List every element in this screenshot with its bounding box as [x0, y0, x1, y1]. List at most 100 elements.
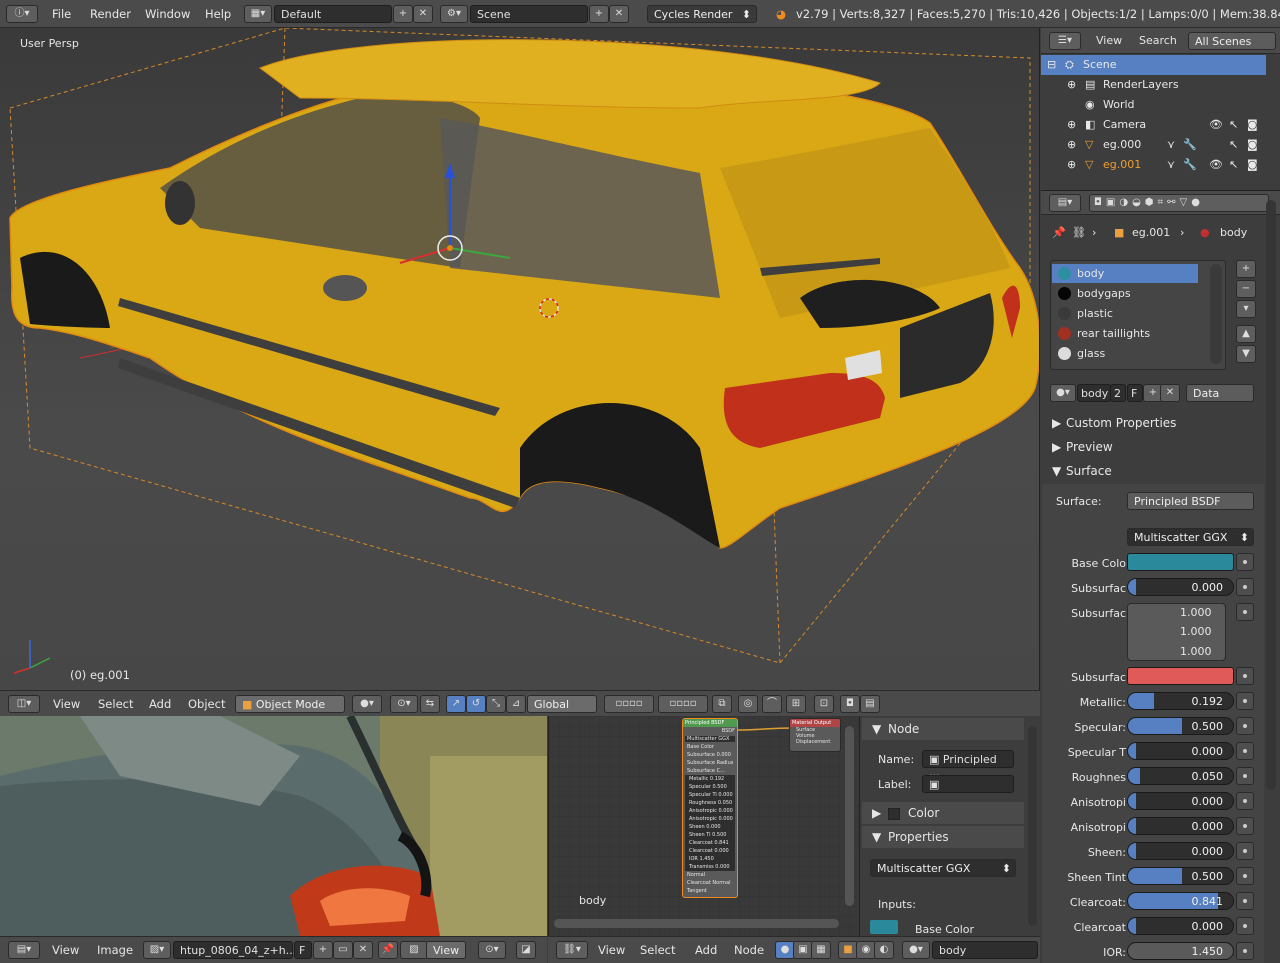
add-layout-icon[interactable]: +	[393, 5, 413, 23]
outliner-item-renderlayers[interactable]: ⊕ ▤ RenderLayers	[1041, 75, 1266, 95]
node-distribution-dropdown[interactable]: Multiscatter GGX ⬍	[870, 859, 1016, 877]
node-name-field[interactable]: ▣ Principled ...	[922, 750, 1014, 779]
link-dropdown[interactable]: Data	[1186, 384, 1254, 402]
shader-nodes-icon[interactable]: ●	[775, 941, 795, 959]
orientation-dropdown[interactable]: Global	[527, 695, 597, 713]
bsdf-input-row[interactable]: Subsurface 0.000	[683, 751, 737, 759]
specular-tint-slider[interactable]: 0.000	[1127, 742, 1234, 760]
compositor-nodes-icon[interactable]: ▣	[793, 941, 813, 959]
layers-grid-icon[interactable]: ▫▫▫▫	[604, 695, 654, 713]
distribution-dropdown[interactable]: Multiscatter GGX ⬍	[1127, 528, 1254, 546]
render-image-icon[interactable]: ◘	[840, 695, 860, 713]
node-menu-select[interactable]: Select	[640, 943, 675, 957]
subsurface-color-swatch[interactable]	[1127, 667, 1234, 685]
bsdf-input-row[interactable]: Specular Ti 0.000	[685, 791, 735, 799]
render-animation-icon[interactable]: ▤	[860, 695, 880, 713]
outliner-item-scene[interactable]: ⊟ ⛭ Scene	[1041, 55, 1266, 75]
snap-target-icon[interactable]: ⊞	[786, 695, 806, 713]
node-material-field[interactable]: body	[932, 941, 1038, 959]
bsdf-input-row[interactable]: Anisotropic 0.000	[685, 815, 735, 823]
lock-layers-icon[interactable]: ⧉	[712, 695, 732, 713]
image-browse-icon[interactable]: ▨▾	[143, 941, 171, 959]
pivot-point-icon[interactable]: ⊙▾	[390, 695, 418, 713]
panel-preview[interactable]: ▶ Preview	[1042, 438, 1262, 460]
expand-icon[interactable]: ⊕	[1067, 118, 1076, 131]
image-editor-type-icon[interactable]: ▤▾	[8, 941, 40, 959]
bsdf-input-row[interactable]: Sheen 0.000	[685, 823, 735, 831]
delete-layout-icon[interactable]: ✕	[413, 5, 433, 23]
clearcoat-roughness-link-icon[interactable]	[1236, 917, 1254, 935]
remove-material-slot-icon[interactable]: −	[1236, 280, 1256, 298]
outliner-menu-search[interactable]: Search	[1139, 34, 1177, 47]
anisotropic-slider[interactable]: 0.000	[1127, 792, 1234, 810]
opengl-render-icon[interactable]: ⊡	[814, 695, 834, 713]
material-specials-icon[interactable]: ▾	[1236, 300, 1256, 318]
menu-render[interactable]: Render	[90, 7, 131, 21]
viewport-menu-add[interactable]: Add	[149, 697, 171, 711]
image-menu-view[interactable]: View	[52, 943, 79, 957]
outliner-menu-view[interactable]: View	[1096, 34, 1122, 47]
bsdf-input-row[interactable]: Metallic 0.192	[685, 775, 735, 783]
image-view-dropdown[interactable]: View	[426, 941, 466, 959]
clearcoat-slider[interactable]: 0.841	[1127, 892, 1234, 910]
visibility-eye-icon[interactable]: 👁	[1209, 158, 1223, 171]
viewport-menu-select[interactable]: Select	[98, 697, 133, 711]
image-fake-user-toggle[interactable]: F	[294, 941, 312, 959]
bsdf-input-row[interactable]: Clearcoat 0.841	[685, 839, 735, 847]
bsdf-distribution[interactable]: Multiscatter GGX	[685, 736, 735, 742]
render-engine-dropdown[interactable]: Cycles Render ⬍	[647, 5, 757, 23]
bsdf-input-row[interactable]: Normal	[683, 871, 737, 879]
outliner-editor-icon[interactable]: ☰▾	[1049, 32, 1081, 50]
viewport-menu-view[interactable]: View	[53, 697, 80, 711]
bsdf-input-row[interactable]: Subsurface C...	[683, 767, 737, 775]
node-color-panel[interactable]: ▶ Color	[862, 802, 1024, 824]
specular-tint-link-icon[interactable]	[1236, 742, 1254, 760]
sheen-slider[interactable]: 0.000	[1127, 842, 1234, 860]
bsdf-input-row[interactable]: Roughness 0.050	[685, 799, 735, 807]
material-browse-icon[interactable]: ●▾	[902, 941, 930, 959]
node-panel-scrollbar[interactable]	[1028, 726, 1037, 926]
subsurface-slider[interactable]: 0.000	[1127, 578, 1234, 596]
object-shader-icon[interactable]: ■	[838, 941, 858, 959]
proportional-edit-icon[interactable]: ◎	[738, 695, 758, 713]
anisotropic-rotation-link-icon[interactable]	[1236, 817, 1254, 835]
bsdf-input-row[interactable]: Specular 0.500	[685, 783, 735, 791]
sheen-tint-link-icon[interactable]	[1236, 867, 1254, 885]
bsdf-input-row[interactable]: Transmiss 0.000	[685, 863, 735, 871]
move-slot-down-icon[interactable]: ▼	[1236, 345, 1256, 363]
specular-slider[interactable]: 0.500	[1127, 717, 1234, 735]
material-users-count[interactable]: 2	[1110, 384, 1126, 402]
select-arrow-icon[interactable]: ↖	[1229, 158, 1238, 171]
menu-file[interactable]: File	[52, 7, 71, 21]
expand-icon[interactable]: ⊕	[1067, 78, 1076, 91]
scene-icon[interactable]: ⚙▾	[440, 5, 468, 23]
scale-manipulator-icon[interactable]: ⤡	[486, 695, 506, 713]
base-color-swatch[interactable]	[1127, 553, 1234, 571]
image-view-mode-icon[interactable]: ▨	[400, 941, 428, 959]
bsdf-input-row[interactable]: Base Color	[683, 743, 737, 751]
panel-custom-properties[interactable]: ▶ Custom Properties	[1042, 414, 1262, 436]
translate-manipulator-icon[interactable]: ↗	[446, 695, 466, 713]
3d-viewport[interactable]: User Persp (0) eg.001	[0, 28, 1040, 690]
snap-icon[interactable]: ⊿	[506, 695, 526, 713]
clearcoat-roughness-slider[interactable]: 0.000	[1127, 917, 1234, 935]
scene-field[interactable]: Scene	[470, 5, 588, 23]
render-camera-icon[interactable]: ◙	[1247, 138, 1258, 151]
subsurface-radius-link-icon[interactable]	[1236, 603, 1254, 621]
move-slot-up-icon[interactable]: ▲	[1236, 325, 1256, 343]
editor-type-3d-icon[interactable]: ◫▾	[8, 695, 40, 713]
bsdf-input-row[interactable]: Tangent	[683, 887, 737, 895]
subsurface-radius-y[interactable]: 1.000	[1180, 625, 1212, 638]
ior-link-icon[interactable]	[1236, 942, 1254, 960]
image-pin-icon[interactable]: 📌	[378, 941, 398, 959]
metallic-slider[interactable]: 0.192	[1127, 692, 1234, 710]
clearcoat-link-icon[interactable]	[1236, 892, 1254, 910]
fake-user-toggle[interactable]: F	[1127, 384, 1143, 402]
node-editor-type-icon[interactable]: ⛓▾	[556, 941, 588, 959]
subsurface-link-icon[interactable]	[1236, 578, 1254, 596]
material-output-node[interactable]: Material Output Surface Volume Displacem…	[789, 718, 841, 752]
node-menu-add[interactable]: Add	[695, 943, 717, 957]
roughness-slider[interactable]: 0.050	[1127, 767, 1234, 785]
line-style-icon[interactable]: ◐	[874, 941, 894, 959]
roughness-link-icon[interactable]	[1236, 767, 1254, 785]
